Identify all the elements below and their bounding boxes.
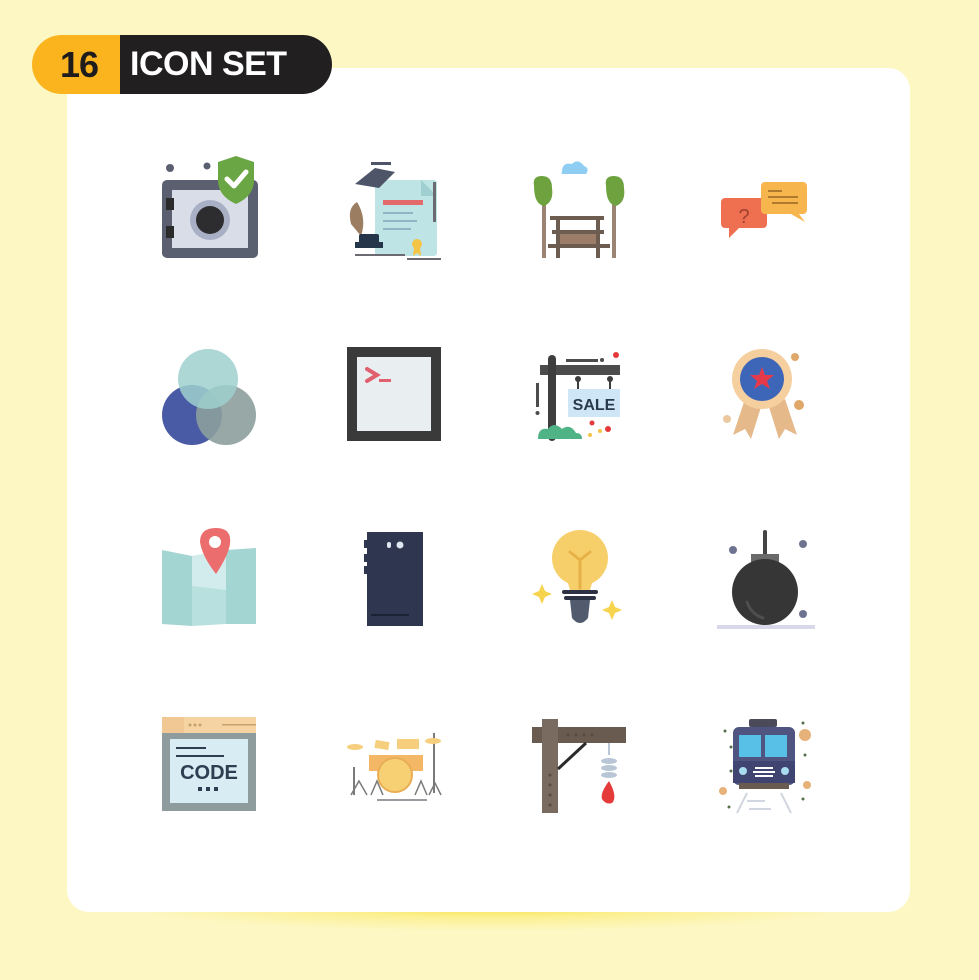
- sale-sign-icon[interactable]: SALE: [520, 335, 640, 455]
- venn-circles-icon[interactable]: [150, 335, 270, 455]
- terminal-window-icon[interactable]: [335, 335, 455, 455]
- drum-kit-icon[interactable]: [335, 705, 455, 825]
- smartphone-back-icon[interactable]: [335, 520, 455, 640]
- map-location-icon[interactable]: [150, 520, 270, 640]
- light-bulb-idea-icon[interactable]: [520, 520, 640, 640]
- graduation-certificate-icon[interactable]: [335, 150, 455, 270]
- code-text: CODE: [180, 762, 238, 784]
- sale-text: SALE: [573, 397, 616, 414]
- svg-text:?: ?: [738, 206, 749, 228]
- train-front-icon[interactable]: [705, 705, 825, 825]
- wrecking-ball-icon[interactable]: [705, 520, 825, 640]
- gallows-noose-icon[interactable]: [520, 705, 640, 825]
- park-bench-icon[interactable]: [520, 150, 640, 270]
- icon-grid: ? SALE CODE: [0, 0, 979, 980]
- chat-question-icon[interactable]: ?: [705, 150, 825, 270]
- award-ribbon-icon[interactable]: [705, 335, 825, 455]
- code-browser-icon[interactable]: CODE: [150, 705, 270, 825]
- safe-protected-icon[interactable]: [150, 150, 270, 270]
